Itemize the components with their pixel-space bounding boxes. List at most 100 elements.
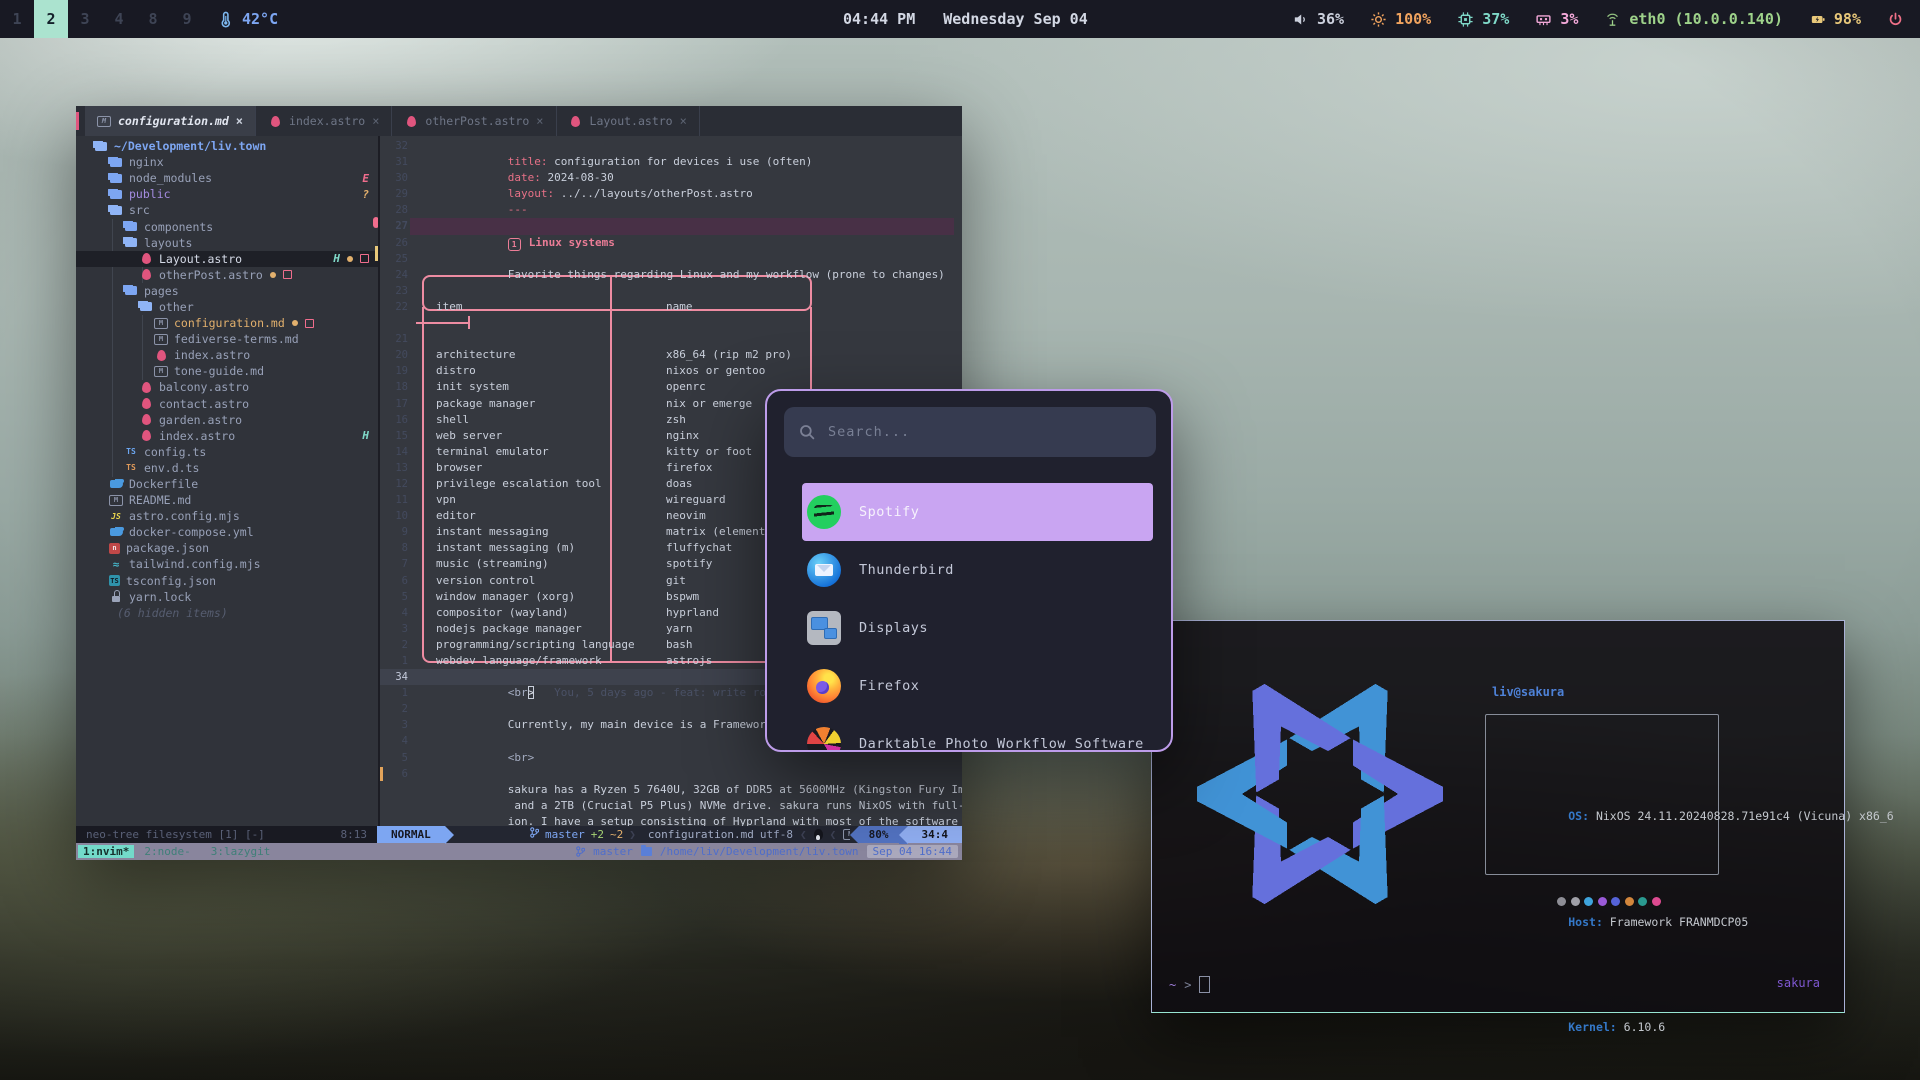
tree-item[interactable]: layouts [76,235,378,251]
search-input[interactable] [826,423,1142,441]
git-branch-icon [576,846,585,857]
line-number: 11 [380,492,408,508]
tree-item[interactable]: pages [76,283,378,299]
file-icon [154,334,168,345]
file-name: tailwind.config.mjs [129,557,261,571]
tab-close-icon[interactable]: × [236,114,243,128]
tree-item[interactable]: ~/Development/liv.town [76,138,378,154]
tree-item[interactable]: otherPost.astro [76,267,378,283]
file-icon [109,606,111,619]
launcher-item[interactable]: Firefox [802,657,1153,715]
tree-item[interactable]: nginx [76,154,378,170]
line-number: 23 [380,283,408,299]
launcher-search[interactable] [784,407,1156,457]
tab-close-icon[interactable]: × [372,114,379,128]
terminal-hostname: sakura [1777,976,1820,990]
line-number: 22 [380,299,408,315]
tree-item[interactable]: astro.config.mjs [76,508,378,524]
tree-item[interactable]: index.astro H [76,428,378,444]
date-value: Wednesday Sep 04 [943,10,1088,28]
buffer-tab[interactable]: Layout.astro × [557,106,700,136]
editor-line: 24 [380,267,962,283]
workspace-button[interactable]: 2 [34,0,68,38]
line-number: 6 [380,766,408,782]
workspace-button[interactable]: 3 [68,0,102,38]
file-name: tsconfig.json [126,574,216,588]
tree-item[interactable]: balcony.astro [76,379,378,395]
app-label: Firefox [859,678,919,694]
file-name: garden.astro [159,413,242,427]
app-label: Spotify [859,504,919,520]
terminal-cursor [1199,976,1210,993]
launcher-item[interactable]: Displays [802,599,1153,657]
file-name: other [159,300,194,314]
palette-dot [1638,897,1647,906]
neotree-status: neo-tree filesystem [1] [-] [86,826,265,843]
modified-dot [270,272,276,278]
tree-item[interactable]: docker-compose.yml [76,524,378,540]
fetch-key: OS: [1568,809,1589,823]
tmux-window-2[interactable]: 2:node- [134,845,200,858]
file-icon [124,461,138,474]
tab-close-icon[interactable]: × [536,114,543,128]
workspace-button[interactable]: 9 [170,0,204,38]
tree-item[interactable]: components [76,218,378,234]
brightness-module[interactable]: 100% [1370,10,1431,28]
battery-module[interactable]: 98% [1809,10,1861,28]
tree-item[interactable]: contact.astro [76,396,378,412]
tree-item[interactable]: Layout.astro H [76,251,378,267]
tree-item[interactable]: garden.astro [76,412,378,428]
workspace-button[interactable]: 4 [102,0,136,38]
tab-close-icon[interactable]: × [680,114,687,128]
tree-item[interactable]: yarn.lock [76,589,378,605]
tree-item[interactable]: tailwind.config.mjs [76,556,378,572]
tree-item[interactable]: fediverse-terms.md [76,331,378,347]
power-button[interactable] [1887,11,1904,28]
tree-item[interactable]: tone-guide.md [76,363,378,379]
file-name: config.ts [144,445,206,459]
battery-icon [1809,11,1826,28]
tmux-window-3[interactable]: 3:lazygit [201,845,281,858]
file-name: yarn.lock [129,590,191,604]
fetch-user-host: liv@sakura [1492,685,1564,699]
buffer-tab[interactable]: otherPost.astro × [392,106,556,136]
tree-item[interactable]: other [76,299,378,315]
filetype-icon [569,115,583,128]
tree-item[interactable]: src [76,202,378,218]
file-name: tone-guide.md [174,364,264,378]
palette-dot [1557,897,1566,906]
tree-item[interactable]: Dockerfile [76,476,378,492]
editor-line: 21architecturex86_64 (rip m2 pro) [380,331,962,347]
buffer-tab[interactable]: index.astro × [256,106,392,136]
launcher-item[interactable]: Darktable Photo Workflow Software [802,715,1153,750]
launcher-item[interactable]: Spotify [802,483,1153,541]
temperature-value: 42°C [242,10,278,28]
tree-item[interactable]: README.md [76,492,378,508]
tree-item[interactable]: public ? [76,186,378,202]
tab-label: otherPost.astro [425,114,529,128]
tree-item[interactable]: index.astro [76,347,378,363]
tree-item[interactable]: package.json [76,540,378,556]
linux-penguin-icon [814,829,823,840]
palette-dot [1625,897,1634,906]
network-module[interactable]: eth0 (10.0.0.140) [1604,10,1783,28]
tree-item[interactable]: node_modules E [76,170,378,186]
file-icon [154,366,168,377]
tree-item[interactable]: tsconfig.json [76,573,378,589]
workspace-button[interactable]: 1 [0,0,34,38]
editor-line: 271Linux systems [380,218,962,234]
tree-item[interactable]: (6 hidden items) [76,605,378,621]
volume-module[interactable]: 36% [1292,10,1344,28]
git-added-count: +2 [591,826,604,843]
tree-item[interactable]: configuration.md [76,315,378,331]
desktop: 1 2 3 4 8 9 42°C 04:44 PM Wednesday Sep … [0,0,1920,1080]
tmux-window-1[interactable]: 1:nvim* [78,845,134,858]
tree-item[interactable]: env.d.ts [76,460,378,476]
time-value: 04:44 PM [843,10,915,28]
shell-prompt[interactable]: ~ > [1169,976,1210,993]
editor-line: 29--- [380,186,962,202]
launcher-item[interactable]: Thunderbird [802,541,1153,599]
tree-item[interactable]: config.ts [76,444,378,460]
workspace-button[interactable]: 8 [136,0,170,38]
buffer-tab[interactable]: configuration.md × [85,106,256,136]
